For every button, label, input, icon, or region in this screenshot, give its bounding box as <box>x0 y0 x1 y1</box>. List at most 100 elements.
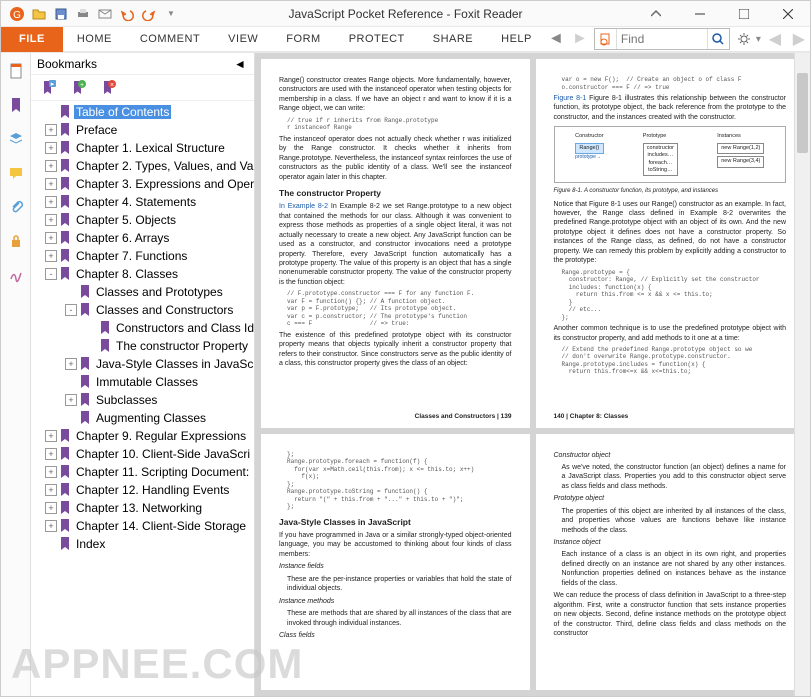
bookmark-icon <box>59 483 71 497</box>
expand-toggle[interactable]: + <box>65 394 77 406</box>
bookmark-icon <box>79 375 91 389</box>
foxit-logo-icon[interactable]: G <box>7 4 27 24</box>
bookmark-item[interactable]: Augmenting Classes <box>31 409 254 427</box>
expand-toggle[interactable]: + <box>45 232 57 244</box>
bookmark-item[interactable]: + Chapter 10. Client-Side JavaScri <box>31 445 254 463</box>
tab-help[interactable]: HELP <box>487 26 546 52</box>
bookmark-item[interactable]: Index <box>31 535 254 553</box>
tab-view[interactable]: VIEW <box>214 26 272 52</box>
next-view-button[interactable]: ► <box>570 29 590 49</box>
bookmark-icon <box>99 339 111 353</box>
bookmark-item[interactable]: +Chapter 11. Scripting Document: <box>31 463 254 481</box>
vertical-scrollbar[interactable] <box>794 53 810 696</box>
bookmark-item[interactable]: -Classes and Constructors <box>31 301 254 319</box>
bookmark-item[interactable]: Table of Contents <box>31 103 254 121</box>
bookmark-item[interactable]: The constructor Property <box>31 337 254 355</box>
layers-panel-icon[interactable] <box>6 129 26 149</box>
expand-toggle[interactable]: + <box>45 196 57 208</box>
signatures-panel-icon[interactable] <box>6 265 26 285</box>
bookmark-item[interactable]: +Chapter 9. Regular Expressions <box>31 427 254 445</box>
expand-toggle[interactable]: - <box>45 268 57 280</box>
bookmark-label: Constructors and Class Ide <box>114 321 254 335</box>
minimize-button[interactable] <box>678 1 722 27</box>
email-icon[interactable] <box>95 4 115 24</box>
nav-back-icon[interactable]: ◀ <box>765 29 785 49</box>
expand-toggle[interactable]: + <box>45 178 57 190</box>
bookmark-icon <box>59 159 71 173</box>
document-area[interactable]: Range() constructor creates Range object… <box>255 53 810 696</box>
undo-icon[interactable] <box>117 4 137 24</box>
bookmark-item[interactable]: +Chapter 6. Arrays <box>31 229 254 247</box>
bookmark-label: Chapter 10. Client-Side JavaScri <box>74 447 252 461</box>
qat-dropdown-icon[interactable]: ▼ <box>161 4 181 24</box>
bookmark-item[interactable]: Classes and Prototypes <box>31 283 254 301</box>
expand-toggle[interactable]: + <box>45 250 57 262</box>
expand-toggle[interactable]: - <box>65 304 77 316</box>
nav-fwd-icon[interactable]: ▶ <box>789 29 809 49</box>
bookmark-item[interactable]: +Subclasses <box>31 391 254 409</box>
security-panel-icon[interactable] <box>6 231 26 251</box>
tab-home[interactable]: HOME <box>63 26 126 52</box>
bookmark-item[interactable]: +Chapter 12. Handling Events <box>31 481 254 499</box>
expand-toggle[interactable]: + <box>45 430 57 442</box>
bookmark-item[interactable]: -Chapter 8. Classes <box>31 265 254 283</box>
expand-toggle[interactable]: + <box>45 214 57 226</box>
expand-toggle[interactable]: + <box>45 466 57 478</box>
bookmark-item[interactable]: +Chapter 4. Statements <box>31 193 254 211</box>
prev-view-button[interactable]: ◄ <box>546 29 566 49</box>
expand-toggle <box>85 340 97 352</box>
maximize-button[interactable] <box>722 1 766 27</box>
tab-form[interactable]: FORM <box>272 26 334 52</box>
tab-comment[interactable]: COMMENT <box>126 26 214 52</box>
expand-toggle[interactable]: + <box>45 448 57 460</box>
bookmarks-tree[interactable]: Table of Contents+Preface+Chapter 1. Lex… <box>31 101 254 696</box>
collapse-panel-icon[interactable]: ◄ <box>232 56 248 72</box>
bookmark-icon <box>59 501 71 515</box>
bookmark-item[interactable]: +Chapter 2. Types, Values, and Va <box>31 157 254 175</box>
bookmark-item[interactable]: +Chapter 5. Objects <box>31 211 254 229</box>
find-tool-icon[interactable] <box>595 29 617 49</box>
tab-share[interactable]: SHARE <box>419 26 487 52</box>
delete-bookmark-icon[interactable]: × <box>99 79 117 97</box>
save-icon[interactable] <box>51 4 71 24</box>
expand-toggle[interactable]: + <box>45 160 57 172</box>
bookmark-icon <box>59 105 71 119</box>
bookmark-item[interactable]: +Chapter 14. Client-Side Storage <box>31 517 254 535</box>
print-icon[interactable] <box>73 4 93 24</box>
find-input[interactable] <box>617 32 707 46</box>
bookmarks-panel-icon[interactable] <box>6 95 26 115</box>
open-icon[interactable] <box>29 4 49 24</box>
expand-toggle[interactable]: + <box>45 484 57 496</box>
tab-protect[interactable]: PROTECT <box>335 26 419 52</box>
close-button[interactable] <box>766 1 810 27</box>
tab-file[interactable]: FILE <box>1 26 63 52</box>
expand-toggle[interactable]: + <box>65 358 77 370</box>
find-go-button[interactable] <box>707 29 729 49</box>
bookmark-icon <box>79 393 91 407</box>
expand-toggle[interactable]: + <box>45 502 57 514</box>
comments-panel-icon[interactable] <box>6 163 26 183</box>
settings-gear-icon[interactable] <box>734 29 754 49</box>
bookmark-item[interactable]: +Preface <box>31 121 254 139</box>
ribbon-toggle-icon[interactable] <box>634 1 678 27</box>
expand-toggle[interactable]: + <box>45 520 57 532</box>
bookmark-item[interactable]: +Chapter 3. Expressions and Oper <box>31 175 254 193</box>
new-bookmark-icon[interactable]: + <box>69 79 87 97</box>
bookmark-icon <box>59 465 71 479</box>
bookmark-item[interactable]: Immutable Classes <box>31 373 254 391</box>
bookmark-item[interactable]: + Chapter 13. Networking <box>31 499 254 517</box>
bookmark-label: Classes and Prototypes <box>94 285 225 299</box>
expand-toggle[interactable]: + <box>45 124 57 136</box>
attachments-panel-icon[interactable] <box>6 197 26 217</box>
scroll-thumb[interactable] <box>797 73 808 153</box>
redo-icon[interactable] <box>139 4 159 24</box>
bookmark-label: Chapter 13. Networking <box>74 501 204 515</box>
expand-toggle[interactable]: + <box>45 142 57 154</box>
bookmarks-panel: Bookmarks ◄ ▸ + × Table of Contents+Pref… <box>31 53 255 696</box>
pages-panel-icon[interactable] <box>6 61 26 81</box>
expand-bookmark-icon[interactable]: ▸ <box>39 79 57 97</box>
bookmark-item[interactable]: +Chapter 7. Functions <box>31 247 254 265</box>
bookmark-item[interactable]: +Java-Style Classes in JavaScrip <box>31 355 254 373</box>
bookmark-item[interactable]: +Chapter 1. Lexical Structure <box>31 139 254 157</box>
bookmark-item[interactable]: Constructors and Class Ide <box>31 319 254 337</box>
